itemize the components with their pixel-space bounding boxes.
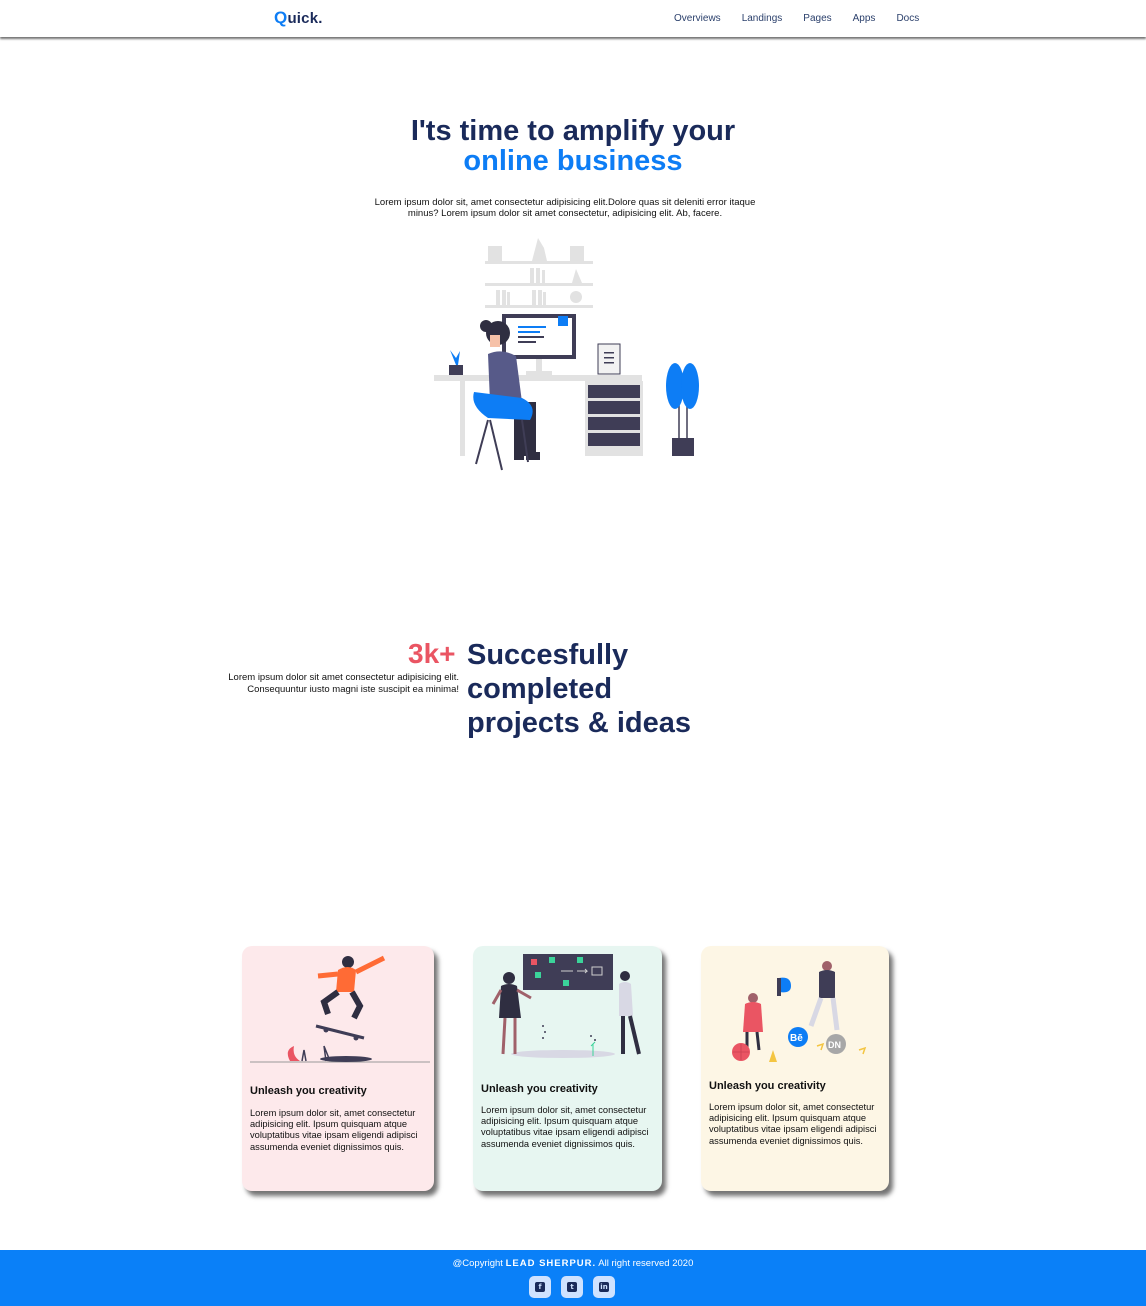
card-title: Unleash you creativity — [709, 1080, 826, 1092]
stat-description: Lorem ipsum dolor sit amet consectetur a… — [228, 672, 459, 695]
hero-title: I'ts time to amplify your online busines… — [0, 116, 1146, 176]
card-text: Lorem ipsum dolor sit, amet consectetur … — [481, 1105, 649, 1149]
linkedin-button[interactable]: in — [593, 1276, 615, 1298]
copyright-suffix: All right reserved 2020 — [598, 1258, 694, 1269]
twitter-button[interactable]: t — [561, 1276, 583, 1298]
nav-item-docs[interactable]: Docs — [896, 13, 919, 24]
facebook-icon: f — [535, 1282, 545, 1292]
svg-text:DN: DN — [828, 1040, 841, 1050]
logo-text: uick. — [287, 10, 323, 27]
footer: @Copyright LEAD SHERPUR. All right reser… — [0, 1250, 1146, 1306]
hero-title-accent: online business — [463, 145, 683, 177]
brand-name: LEAD SHERPUR. — [505, 1258, 597, 1269]
linkedin-icon: in — [599, 1282, 609, 1292]
facebook-button[interactable]: f — [529, 1276, 551, 1298]
card-title: Unleash you creativity — [481, 1083, 598, 1095]
presentation-illustration — [491, 954, 641, 1058]
top-navbar: Quick. Overviews Landings Pages Apps Doc… — [0, 0, 1146, 37]
svg-text:Bē: Bē — [790, 1033, 803, 1044]
card-text: Lorem ipsum dolor sit, amet consectetur … — [709, 1102, 877, 1146]
card-text: Lorem ipsum dolor sit, amet consectetur … — [250, 1108, 418, 1152]
feature-card-2[interactable]: Unleash you creativity Lorem ipsum dolor… — [473, 946, 662, 1191]
feature-card-3[interactable]: Bē DN Unleash you creativity Lorem ipsum… — [701, 946, 889, 1191]
stat-number: 3k+ — [408, 638, 456, 669]
twitter-icon: t — [567, 1282, 577, 1292]
nav-item-landings[interactable]: Landings — [742, 13, 783, 24]
copyright-text: @Copyright LEAD SHERPUR. All right reser… — [0, 1258, 1146, 1269]
social-brands-illustration: Bē DN — [732, 961, 867, 1062]
nav-menu: Overviews Landings Pages Apps Docs — [674, 13, 940, 24]
nav-item-apps[interactable]: Apps — [853, 13, 876, 24]
hero-title-line1: I'ts time to amplify your — [410, 115, 736, 147]
brand-logo[interactable]: Quick. — [274, 8, 323, 28]
card-title: Unleash you creativity — [250, 1085, 367, 1097]
logo-initial: Q — [274, 8, 288, 27]
social-links: f t in — [529, 1276, 625, 1298]
hero-description: Lorem ipsum dolor sit, amet consectetur … — [374, 197, 756, 219]
workspace-illustration — [434, 238, 699, 471]
nav-item-pages[interactable]: Pages — [803, 13, 831, 24]
nav-item-overviews[interactable]: Overviews — [674, 13, 721, 24]
copyright-prefix: @Copyright — [452, 1258, 503, 1269]
feature-card-1[interactable]: Unleash you creativity Lorem ipsum dolor… — [242, 946, 434, 1191]
stat-title: Succesfully completed projects & ideas — [467, 639, 692, 739]
skateboarder-illustration — [250, 955, 430, 1063]
